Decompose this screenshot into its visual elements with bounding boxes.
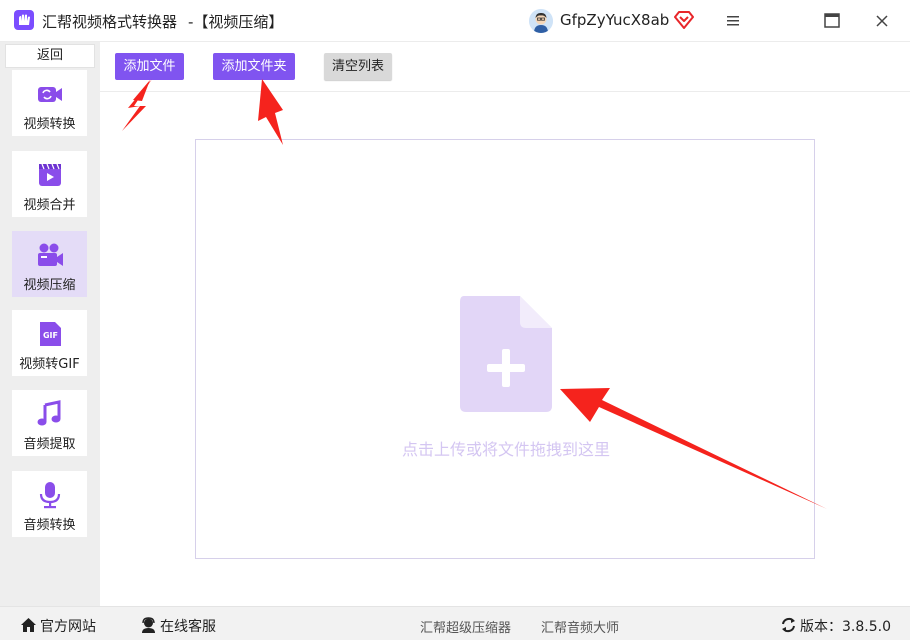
footer: 官方网站 在线客服 汇帮超级压缩器 汇帮音频大师 版本：3.8.5.0 (0, 606, 910, 640)
sidebar-item-video-gif[interactable]: GIF 视频转GIF (12, 310, 87, 376)
music-note-icon (36, 400, 64, 428)
sidebar-item-video-convert[interactable]: 视频转换 (12, 70, 87, 136)
svg-text:GIF: GIF (43, 331, 58, 340)
online-support-label: 在线客服 (160, 619, 216, 635)
version-label: 版本：3.8.5.0 (800, 619, 891, 635)
add-file-icon[interactable] (460, 296, 552, 416)
sidebar-item-audio-convert[interactable]: 音频转换 (12, 471, 87, 537)
sidebar-item-label: 视频转换 (23, 117, 76, 132)
add-file-button[interactable]: 添加文件 (115, 53, 184, 80)
toolbar: 添加文件 添加文件夹 清空列表 (100, 42, 910, 92)
video-merge-icon (36, 161, 64, 189)
app-logo-icon (14, 10, 34, 30)
close-icon[interactable] (871, 10, 893, 32)
compressor-link[interactable]: 汇帮超级压缩器 (420, 617, 511, 636)
app-title: 汇帮视频格式转换器 (42, 13, 178, 31)
sidebar-item-label: 音频提取 (23, 437, 76, 452)
vip-diamond-icon[interactable] (674, 11, 694, 33)
official-site-link[interactable]: 官方网站 (20, 616, 96, 637)
username[interactable]: GfpZyYucX8ab (560, 11, 669, 29)
video-convert-icon (36, 80, 64, 108)
video-compress-icon (36, 241, 64, 269)
version-info[interactable]: 版本：3.8.5.0 (780, 616, 891, 637)
drop-hint: 点击上传或将文件拖拽到这里 (401, 440, 610, 459)
back-button[interactable]: 返回 (5, 44, 95, 68)
title-bar: 汇帮视频格式转换器 -【视频压缩】 GfpZyYucX8ab (0, 0, 910, 42)
file-drop-zone[interactable]: 点击上传或将文件拖拽到这里 (195, 139, 815, 559)
clear-list-button[interactable]: 清空列表 (324, 53, 392, 80)
audio-master-link[interactable]: 汇帮音频大师 (541, 617, 619, 636)
page-subtitle: -【视频压缩】 (188, 13, 284, 31)
support-agent-icon (140, 617, 157, 637)
sidebar-item-label: 视频转GIF (19, 357, 80, 372)
maximize-icon[interactable] (821, 10, 843, 32)
gif-icon: GIF (36, 320, 64, 348)
home-icon (20, 617, 37, 637)
official-site-label: 官方网站 (40, 619, 96, 635)
microphone-icon (36, 481, 64, 509)
add-folder-button[interactable]: 添加文件夹 (213, 53, 295, 80)
sidebar-item-audio-extract[interactable]: 音频提取 (12, 390, 87, 456)
sidebar: 返回 视频转换 视频合并 视频压缩 GIF 视频转GIF 音频提取 音频转换 (0, 42, 100, 606)
refresh-icon (780, 617, 797, 637)
avatar[interactable] (529, 9, 553, 33)
sidebar-item-label: 音频转换 (23, 518, 76, 533)
menu-icon[interactable] (722, 10, 744, 32)
sidebar-item-video-compress[interactable]: 视频压缩 (12, 231, 87, 297)
online-support-link[interactable]: 在线客服 (140, 616, 216, 637)
sidebar-item-video-merge[interactable]: 视频合并 (12, 151, 87, 217)
sidebar-item-label: 视频合并 (23, 198, 76, 213)
sidebar-item-label: 视频压缩 (23, 278, 76, 293)
